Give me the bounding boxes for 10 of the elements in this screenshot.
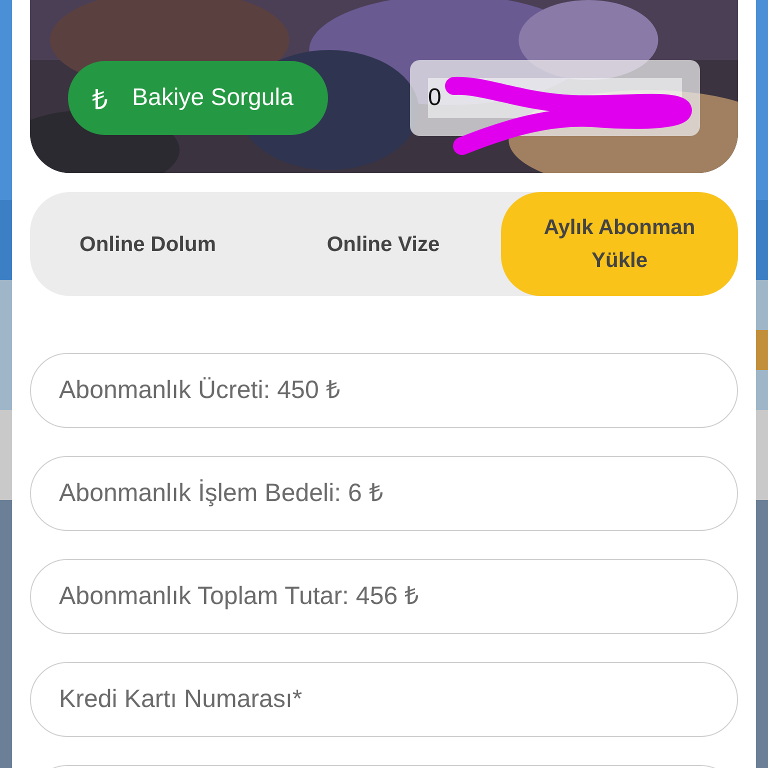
button-label: Bakiye Sorgula [132, 84, 294, 112]
balance-query-button[interactable]: ₺ Bakiye Sorgula [68, 61, 328, 135]
input-field[interactable]: Kredi Kartı Numarası* [30, 662, 738, 737]
lira-icon: ₺ [92, 79, 108, 117]
input-field[interactable]: Abonmanlık İşlem Bedeli: 6 ₺ [30, 456, 738, 531]
input-field[interactable]: Abonmanlık Toplam Tutar: 456 ₺ [30, 559, 738, 634]
tab[interactable]: Online Vize [266, 192, 501, 296]
input-field[interactable]: Abonmanlık Ücreti: 450 ₺ [30, 353, 738, 428]
tab[interactable]: Aylık Abonman Yükle [501, 192, 738, 296]
tab[interactable]: Online Dolum [30, 192, 266, 296]
